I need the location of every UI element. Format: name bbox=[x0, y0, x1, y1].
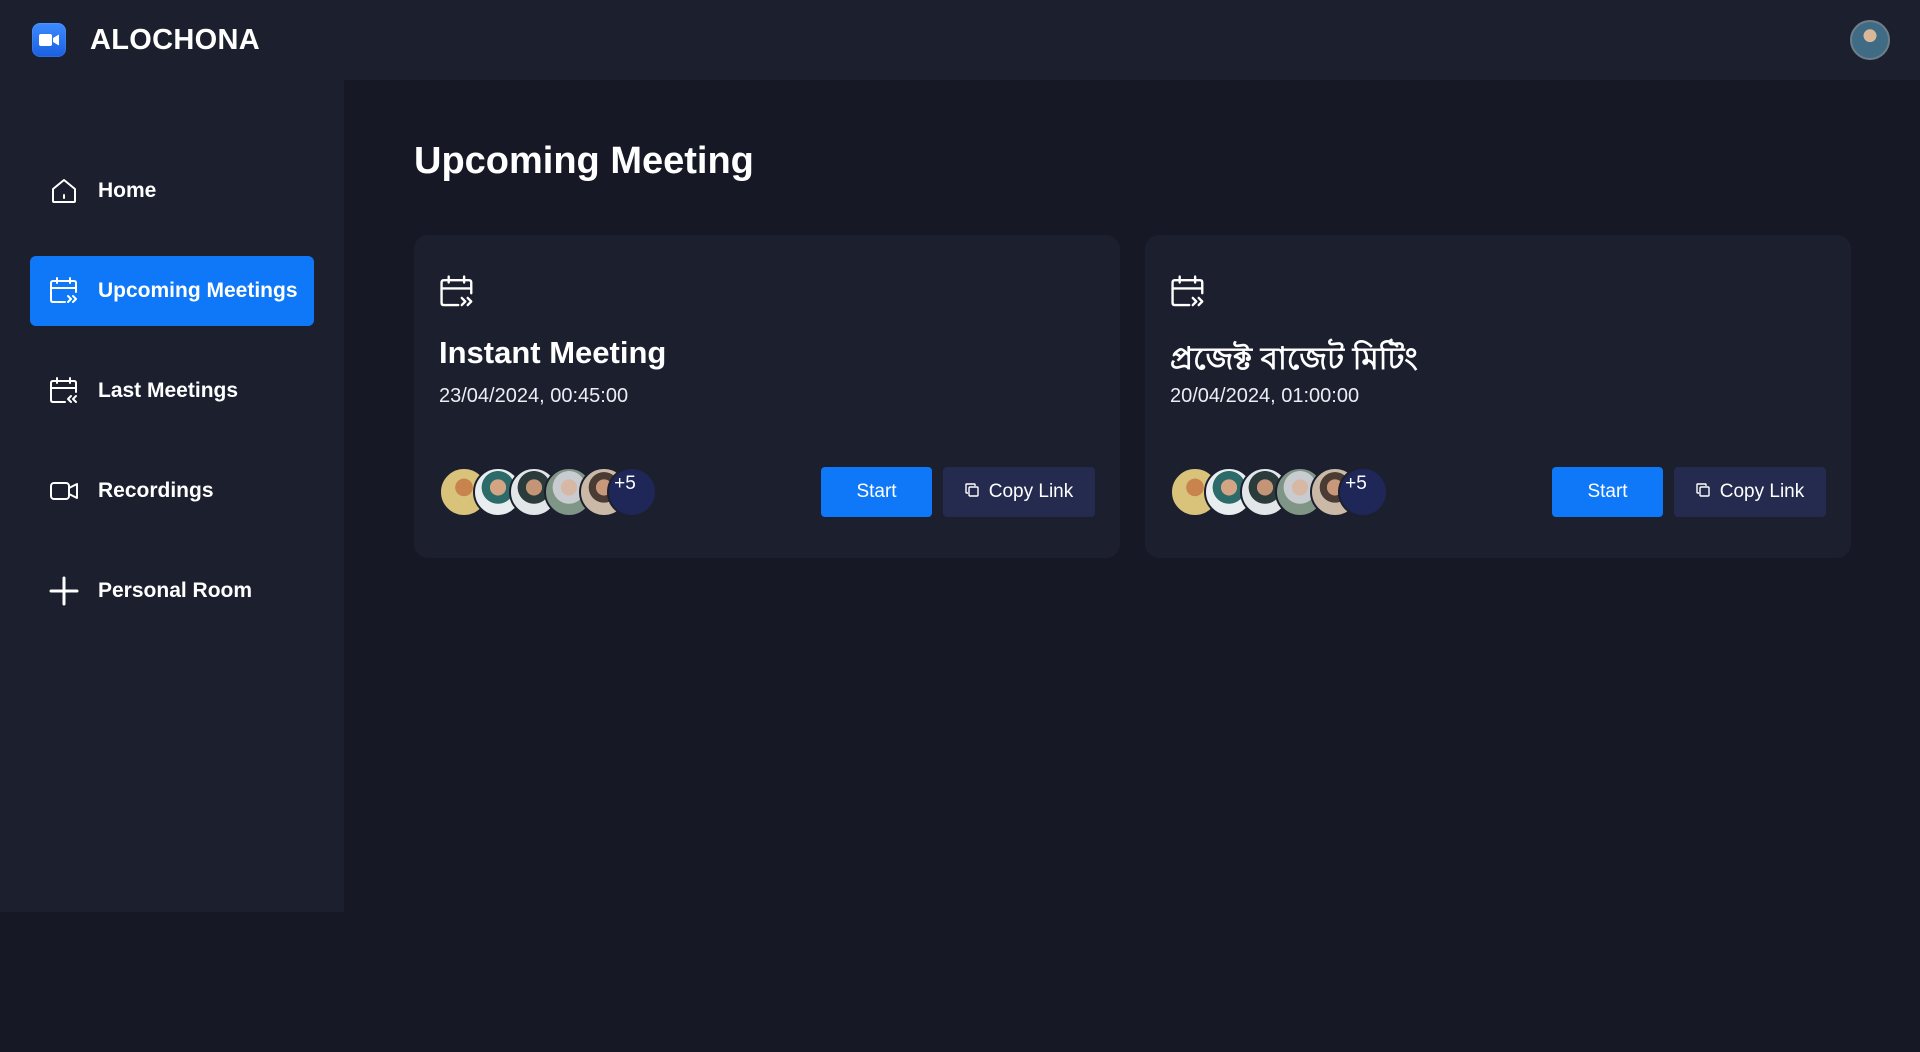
copy-icon bbox=[965, 481, 979, 503]
plus-icon bbox=[48, 575, 80, 607]
copy-link-button[interactable]: Copy Link bbox=[943, 467, 1095, 517]
video-camera-icon bbox=[32, 23, 66, 57]
calendar-forward-icon bbox=[48, 275, 80, 307]
top-bar: ALOCHONA bbox=[0, 0, 1920, 80]
profile-avatar[interactable] bbox=[1850, 20, 1890, 60]
attendee-avatars: +5 bbox=[1170, 467, 1400, 517]
meeting-card: প্রজেক্ট বাজেট মিটিং 20/04/2024, 01:00:0… bbox=[1145, 235, 1851, 558]
meeting-card: Instant Meeting 23/04/2024, 00:45:00 +5 … bbox=[414, 235, 1120, 558]
calendar-back-icon bbox=[48, 375, 80, 407]
sidebar: Home Upcoming Meetings Last Meetings Rec… bbox=[0, 80, 344, 912]
sidebar-item-home[interactable]: Home bbox=[30, 156, 314, 226]
meeting-title: Instant Meeting bbox=[439, 335, 667, 370]
app-name: ALOCHONA bbox=[90, 23, 260, 56]
home-icon bbox=[48, 175, 80, 207]
calendar-forward-icon bbox=[1169, 273, 1207, 311]
sidebar-item-personal-room[interactable]: Personal Room bbox=[30, 556, 314, 626]
meeting-datetime: 20/04/2024, 01:00:00 bbox=[1170, 385, 1360, 407]
sidebar-item-upcoming-meetings[interactable]: Upcoming Meetings bbox=[30, 256, 314, 326]
start-button[interactable]: Start bbox=[1552, 467, 1663, 517]
copy-link-label: Copy Link bbox=[1719, 481, 1805, 502]
sidebar-item-label: Personal Room bbox=[98, 579, 253, 602]
sidebar-item-label: Home bbox=[98, 179, 157, 202]
sidebar-item-label: Recordings bbox=[98, 479, 214, 502]
copy-icon bbox=[1696, 481, 1710, 503]
page-title: Upcoming Meeting bbox=[414, 140, 754, 182]
copy-link-button[interactable]: Copy Link bbox=[1674, 467, 1826, 517]
sidebar-item-label: Last Meetings bbox=[98, 379, 239, 402]
sidebar-item-last-meetings[interactable]: Last Meetings bbox=[30, 356, 314, 426]
brand[interactable]: ALOCHONA bbox=[32, 23, 260, 57]
more-attendees-badge: +5 bbox=[1338, 467, 1388, 517]
more-attendees-badge: +5 bbox=[607, 467, 657, 517]
copy-link-label: Copy Link bbox=[988, 481, 1074, 502]
calendar-forward-icon bbox=[438, 273, 476, 311]
start-button[interactable]: Start bbox=[821, 467, 932, 517]
sidebar-item-recordings[interactable]: Recordings bbox=[30, 456, 314, 526]
attendee-avatars: +5 bbox=[439, 467, 669, 517]
main-content: Upcoming Meeting Instant Meeting 23/04/2… bbox=[344, 80, 1920, 1052]
video-icon bbox=[48, 475, 80, 507]
sidebar-item-label: Upcoming Meetings bbox=[98, 279, 298, 302]
meeting-title: প্রজেক্ট বাজেট মিটিং bbox=[1170, 341, 1418, 376]
meeting-datetime: 23/04/2024, 00:45:00 bbox=[439, 385, 629, 407]
